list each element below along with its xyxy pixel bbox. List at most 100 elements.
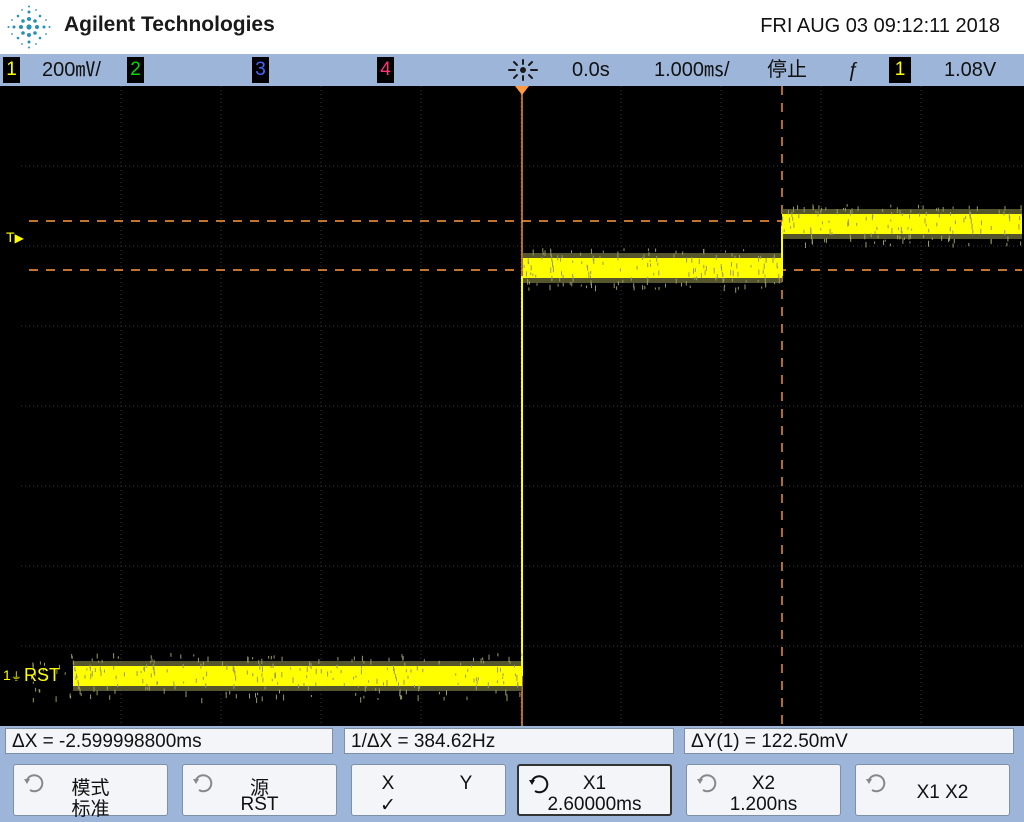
waveform-noise-dot [891, 212, 893, 215]
waveform-noise-dot [792, 217, 794, 221]
waveform-noise-dot [790, 226, 792, 229]
waveform-noise-dot [551, 275, 553, 282]
waveform-noise-dot [758, 269, 760, 275]
waveform-noise-dot [197, 657, 199, 663]
waveform-noise-dot [725, 250, 726, 253]
waveform-noise-dot [829, 229, 831, 235]
waveform-noise-dot [737, 271, 739, 277]
waveform-noise-dot [803, 229, 805, 234]
waveform-noise-dot [330, 670, 332, 674]
waveform-noise-dot [949, 235, 951, 241]
waveform-noise-dot [180, 654, 182, 659]
waveform-noise-dot [871, 214, 873, 221]
waveform-noise-dot [703, 264, 705, 269]
waveform-noise-dot [388, 657, 390, 662]
waveform-display[interactable] [21, 86, 1022, 726]
waveform-noise-dot [146, 683, 148, 687]
waveform-noise-dot [777, 266, 779, 269]
waveform-noise-dot [745, 280, 747, 283]
channel-4-indicator[interactable]: 4 [377, 57, 394, 83]
waveform-noise-dot [764, 274, 766, 277]
waveform-noise-dot [557, 255, 559, 261]
xy-softkey-y: Y [459, 773, 473, 794]
waveform-noise-dot [279, 689, 280, 694]
xy-softkey-x: X [381, 773, 395, 794]
waveform-canvas [21, 86, 1022, 726]
waveform-noise-dot [402, 657, 404, 661]
waveform-noise-dot [398, 682, 399, 687]
waveform-noise-dot [378, 688, 380, 694]
waveform-noise-dot [571, 282, 573, 287]
waveform-noise-dot [528, 287, 530, 291]
waveform-noise-dot [899, 209, 901, 215]
waveform-noise-dot [32, 698, 34, 703]
waveform-noise-dot [502, 676, 504, 679]
channel-2-indicator[interactable]: 2 [127, 57, 144, 83]
waveform-noise-dot [201, 698, 203, 704]
waveform-noise-dot [561, 271, 562, 276]
waveform-noise-dot [723, 286, 725, 292]
xy-softkey[interactable]: X Y ✓ [351, 764, 506, 816]
waveform-noise-dot [259, 664, 261, 670]
waveform-noise-dot [375, 688, 377, 691]
waveform-noise-dot [151, 658, 153, 662]
waveform-noise-dot [261, 673, 263, 677]
waveform-noise-dot [517, 683, 519, 686]
channel-1-indicator[interactable]: 1 [3, 57, 20, 83]
waveform-noise-dot [528, 261, 530, 265]
waveform-noise-dot [500, 667, 501, 672]
waveform-noise-dot [281, 672, 283, 678]
waveform-noise-dot [532, 273, 534, 277]
waveform-noise-dot [257, 692, 259, 696]
waveform-noise-dot [803, 207, 805, 213]
waveform-noise-dot [588, 271, 590, 278]
waveform-noise-dot [848, 221, 850, 226]
waveform-noise-dot [353, 656, 355, 661]
x2-softkey[interactable]: X2 1.200ns [686, 764, 841, 816]
waveform-noise-dot [617, 254, 619, 261]
trigger-level: 1.08V [944, 59, 997, 81]
waveform-noise-dot [363, 695, 365, 699]
trigger-source: 1 [889, 57, 911, 83]
waveform-noise-dot [793, 206, 794, 213]
waveform-noise-dot [557, 283, 559, 287]
waveform-noise-dot [630, 277, 632, 281]
waveform-noise-dot [847, 221, 849, 227]
waveform-noise-dot [70, 695, 72, 699]
waveform-noise-dot [925, 211, 927, 216]
waveform-noise-dot [377, 698, 379, 701]
waveform-noise-dot [475, 684, 477, 691]
waveform-noise-dot [292, 677, 294, 684]
x1-x2-softkey[interactable]: X1 X2 [855, 764, 1010, 816]
source-softkey[interactable]: 源 RST [182, 764, 337, 816]
waveform-noise-dot [544, 250, 546, 256]
channel-3-indicator[interactable]: 3 [252, 57, 269, 83]
waveform-noise-dot [928, 240, 929, 247]
waveform-noise-dot [233, 684, 235, 689]
mode-softkey[interactable]: 模式 标准 [13, 764, 168, 820]
waveform-noise-dot [488, 654, 490, 660]
waveform-noise-dot [864, 233, 866, 240]
waveform-noise-dot [1020, 205, 1022, 211]
waveform-noise-dot [891, 228, 893, 234]
waveform-noise-dot [527, 279, 529, 285]
waveform-noise-dot [844, 207, 846, 212]
waveform-noise-dot [74, 669, 76, 672]
waveform-noise-dot [831, 232, 833, 236]
waveform-noise-dot [90, 694, 92, 700]
waveform-noise-dot [778, 277, 780, 284]
waveform-noise-dot [811, 235, 813, 240]
waveform-noise-dot [762, 269, 764, 274]
waveform-noise-dot [526, 271, 527, 277]
waveform-noise-dot [763, 263, 765, 270]
waveform-noise-dot [386, 667, 388, 670]
waveform-noise-dot [541, 256, 543, 260]
waveform-noise-dot [1019, 216, 1021, 221]
waveform-noise-dot [569, 281, 571, 285]
waveform-noise-dot [193, 654, 195, 657]
waveform-noise-dot [901, 230, 903, 234]
x1-softkey[interactable]: X1 2.60000ms [517, 764, 672, 816]
waveform-noise-dot [656, 256, 658, 262]
waveform-noise-dot [530, 272, 532, 275]
waveform-noise-dot [924, 218, 926, 224]
